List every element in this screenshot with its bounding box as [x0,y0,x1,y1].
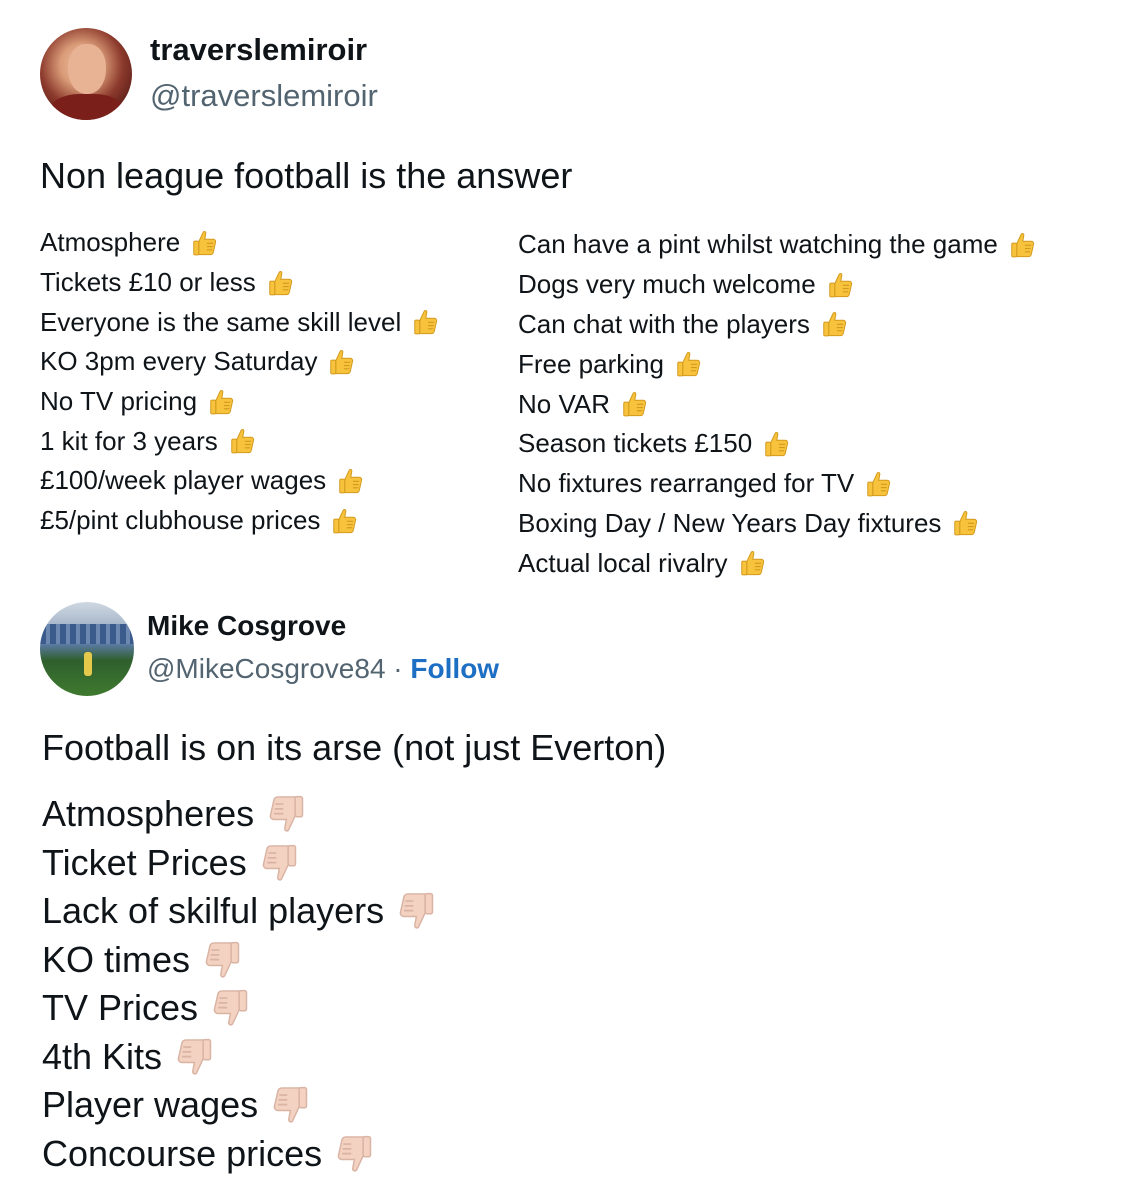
list-item: Dogs very much welcome [518,265,1038,305]
thumbs-down-icon [268,1083,312,1127]
tweet-text: Football is on its arse (not just Everto… [42,727,667,768]
avatar-stadium-stand [40,624,134,644]
list-item: No TV pricing [40,382,441,422]
avatar-player [84,652,92,676]
list-item-label: No fixtures rearranged for TV [518,468,855,499]
list-item-label: Free parking [518,348,664,379]
avatar-shirt [50,94,124,120]
thumbs-down-icon [394,889,438,933]
list-item: No VAR [518,384,1038,424]
list-item-label: £5/pint clubhouse prices [40,505,321,536]
thumbs-up-icon [330,506,360,536]
thumbs-up-icon [411,307,441,337]
tweet-text: Non league football is the answer [40,155,573,196]
thumbs-up-icon [190,228,220,258]
list-item-label: Concourse prices [42,1132,323,1174]
list-item: Can chat with the players [518,305,1038,345]
separator-dot: · [385,653,411,684]
thumbs-up-icon [826,270,856,300]
list-item: Atmospheres [42,790,438,839]
list-item-label: Atmospheres [42,793,255,835]
thumbs-down-icon [200,938,244,982]
display-name[interactable]: traverslemiroir [150,32,367,68]
tweet-traverslemiroir: traverslemiroir @traverslemiroir Non lea… [0,0,1133,590]
thumbs-up-icon [327,347,357,377]
list-item-label: Can chat with the players [518,308,810,339]
list-item: TV Prices [42,984,438,1033]
list-item: 1 kit for 3 years [40,421,441,461]
list-item: Everyone is the same skill level [40,302,441,342]
thumbs-down-icon [208,986,252,1030]
thumbs-up-icon [336,466,366,496]
list-item-label: Atmosphere [40,227,181,258]
thumbs-up-icon [207,387,237,417]
thumbs-up-icon [762,429,792,459]
list-item-label: KO 3pm every Saturday [40,346,318,377]
list-item-label: Season tickets £150 [518,428,753,459]
list-item-label: Player wages [42,1084,259,1126]
list-item: No fixtures rearranged for TV [518,464,1038,504]
thumbs-down-icon [172,1035,216,1079]
list-item: Concourse prices [42,1130,438,1179]
avatar-traverslemiroir[interactable] [40,28,132,120]
list-item: Atmosphere [40,223,441,263]
tweet-mike-cosgrove: Mike Cosgrove @MikeCosgrove84 · Follow F… [0,590,1133,1200]
thumbs-up-icon [820,309,850,339]
user-handle-row: @MikeCosgrove84 · Follow [147,653,499,685]
list-item: Can have a pint whilst watching the game [518,225,1038,265]
list-item: Tickets £10 or less [40,263,441,303]
list-item-label: Lack of skilful players [42,890,385,932]
user-handle[interactable]: @traverslemiroir [150,78,378,114]
list-item: Actual local rivalry [518,543,1038,583]
list-item-label: Can have a pint whilst watching the game [518,229,998,260]
thumbs-up-icon [738,548,768,578]
list-item: 4th Kits [42,1033,438,1082]
list-item-label: No TV pricing [40,386,198,417]
thumbs-up-icon [620,389,650,419]
avatar-mike-cosgrove[interactable] [40,602,134,696]
follow-link[interactable]: Follow [410,653,499,684]
list-item: £5/pint clubhouse prices [40,501,441,541]
list-item: Free parking [518,344,1038,384]
list-item: Player wages [42,1081,438,1130]
list-item-label: Tickets £10 or less [40,267,256,298]
list-item: Season tickets £150 [518,424,1038,464]
list-item-label: No VAR [518,388,610,419]
list-item-label: TV Prices [42,987,199,1029]
thumbs-up-icon [228,426,258,456]
pros-list-right: Can have a pint whilst watching the game… [518,225,1038,583]
thumbs-up-icon [266,268,296,298]
cons-list: Atmospheres Ticket Prices Lack of skilful … [42,790,438,1178]
list-item: KO times [42,936,438,985]
list-item: Boxing Day / New Years Day fixtures [518,504,1038,544]
list-item-label: 4th Kits [42,1035,163,1077]
list-item: £100/week player wages [40,461,441,501]
list-item-label: Everyone is the same skill level [40,306,402,337]
thumbs-down-icon [264,792,308,836]
thumbs-up-icon [951,508,981,538]
list-item-label: Ticket Prices [42,841,247,883]
list-item-label: Actual local rivalry [518,547,728,578]
list-item-label: Boxing Day / New Years Day fixtures [518,507,942,538]
thumbs-down-icon [332,1132,376,1176]
pros-list-left: Atmosphere Tickets £10 or less Everyone is… [40,223,441,541]
list-item: KO 3pm every Saturday [40,342,441,382]
thumbs-up-icon [674,349,704,379]
display-name[interactable]: Mike Cosgrove [147,610,346,642]
list-item-label: Dogs very much welcome [518,269,816,300]
thumbs-up-icon [1008,230,1038,260]
avatar-face [68,44,106,94]
user-handle[interactable]: @MikeCosgrove84 [147,653,386,684]
list-item-label: KO times [42,938,191,980]
list-item-label: 1 kit for 3 years [40,425,218,456]
list-item: Ticket Prices [42,839,438,888]
list-item: Lack of skilful players [42,887,438,936]
thumbs-up-icon [864,469,894,499]
thumbs-down-icon [257,841,301,885]
list-item-label: £100/week player wages [40,465,327,496]
